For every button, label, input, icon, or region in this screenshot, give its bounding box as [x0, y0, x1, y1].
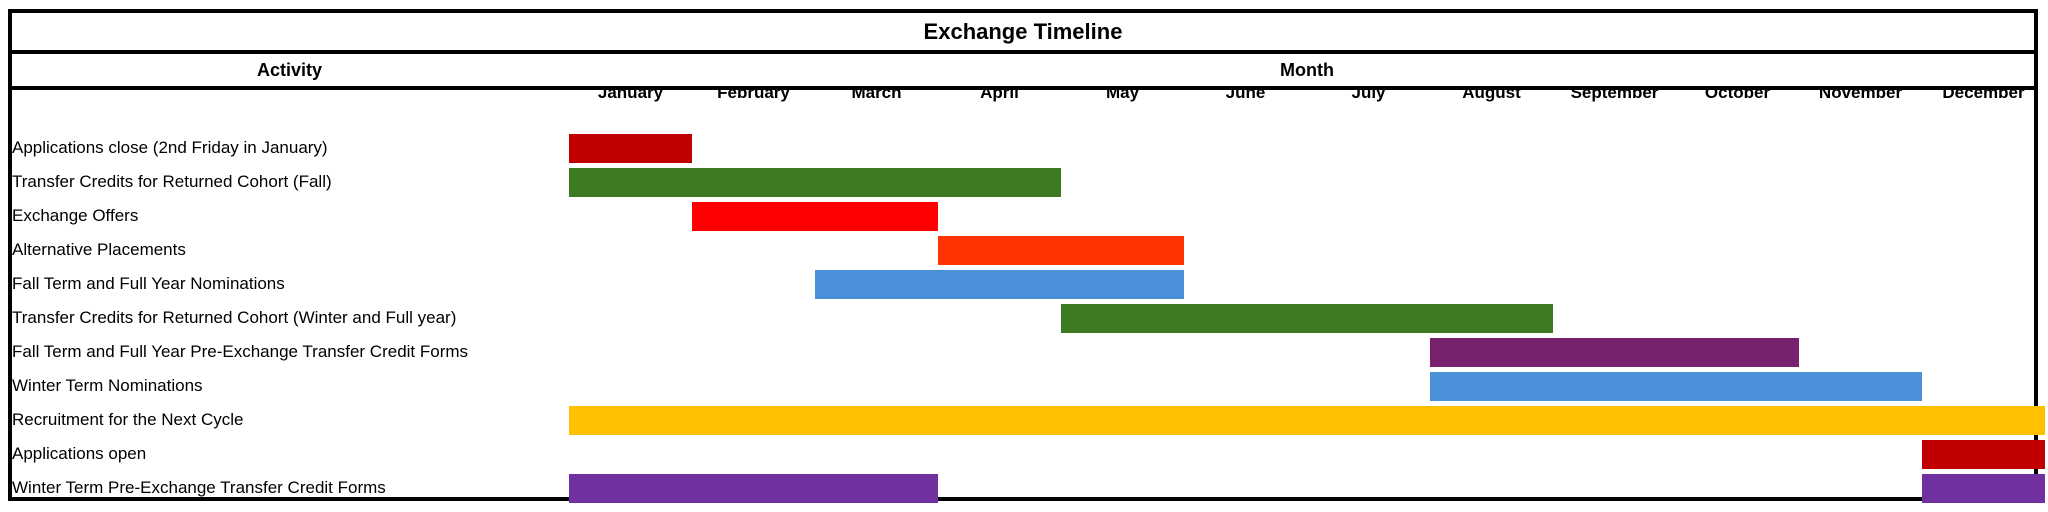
- task-bar: [569, 406, 2045, 435]
- month-label-august: August: [1462, 83, 1521, 102]
- month-label-december: December: [1942, 83, 2025, 102]
- month-label-april: April: [980, 83, 1019, 102]
- task-label: Applications close (2nd Friday in Januar…: [12, 138, 328, 157]
- task-bar: [569, 168, 1061, 197]
- task-label: Winter Term Pre-Exchange Transfer Credit…: [12, 478, 386, 497]
- task-bar: [569, 134, 692, 163]
- task-label: Winter Term Nominations: [12, 376, 203, 395]
- month-label-october: October: [1704, 83, 1771, 102]
- month-label-june: June: [1225, 83, 1266, 102]
- task-label: Alternative Placements: [12, 240, 186, 259]
- chart-title: Exchange Timeline: [923, 19, 1123, 44]
- task-bar: [1922, 474, 2045, 503]
- month-label-may: May: [1105, 83, 1140, 102]
- task-label: Fall Term and Full Year Pre-Exchange Tra…: [12, 342, 469, 361]
- task-bar: [569, 474, 938, 503]
- task-label: Transfer Credits for Returned Cohort (Fa…: [12, 172, 332, 191]
- task-label: Applications open: [12, 444, 147, 463]
- activity-column-header: Activity: [256, 60, 323, 80]
- task-label: Transfer Credits for Returned Cohort (Wi…: [12, 308, 457, 327]
- month-label-january: January: [597, 83, 664, 102]
- month-label-march: March: [851, 83, 902, 102]
- task-bar: [1430, 338, 1799, 367]
- month-label-november: November: [1818, 83, 1903, 102]
- task-bar: [1430, 372, 1922, 401]
- month-label-july: July: [1351, 83, 1386, 102]
- month-label-february: February: [717, 83, 790, 102]
- task-label: Recruitment for the Next Cycle: [12, 410, 244, 429]
- task-label: Exchange Offers: [12, 206, 139, 225]
- task-bar: [815, 270, 1184, 299]
- task-bar: [692, 202, 938, 231]
- task-bar: [938, 236, 1184, 265]
- task-bar: [1922, 440, 2045, 469]
- task-bar: [1061, 304, 1553, 333]
- task-label: Fall Term and Full Year Nominations: [12, 274, 285, 293]
- month-label-september: September: [1570, 83, 1659, 102]
